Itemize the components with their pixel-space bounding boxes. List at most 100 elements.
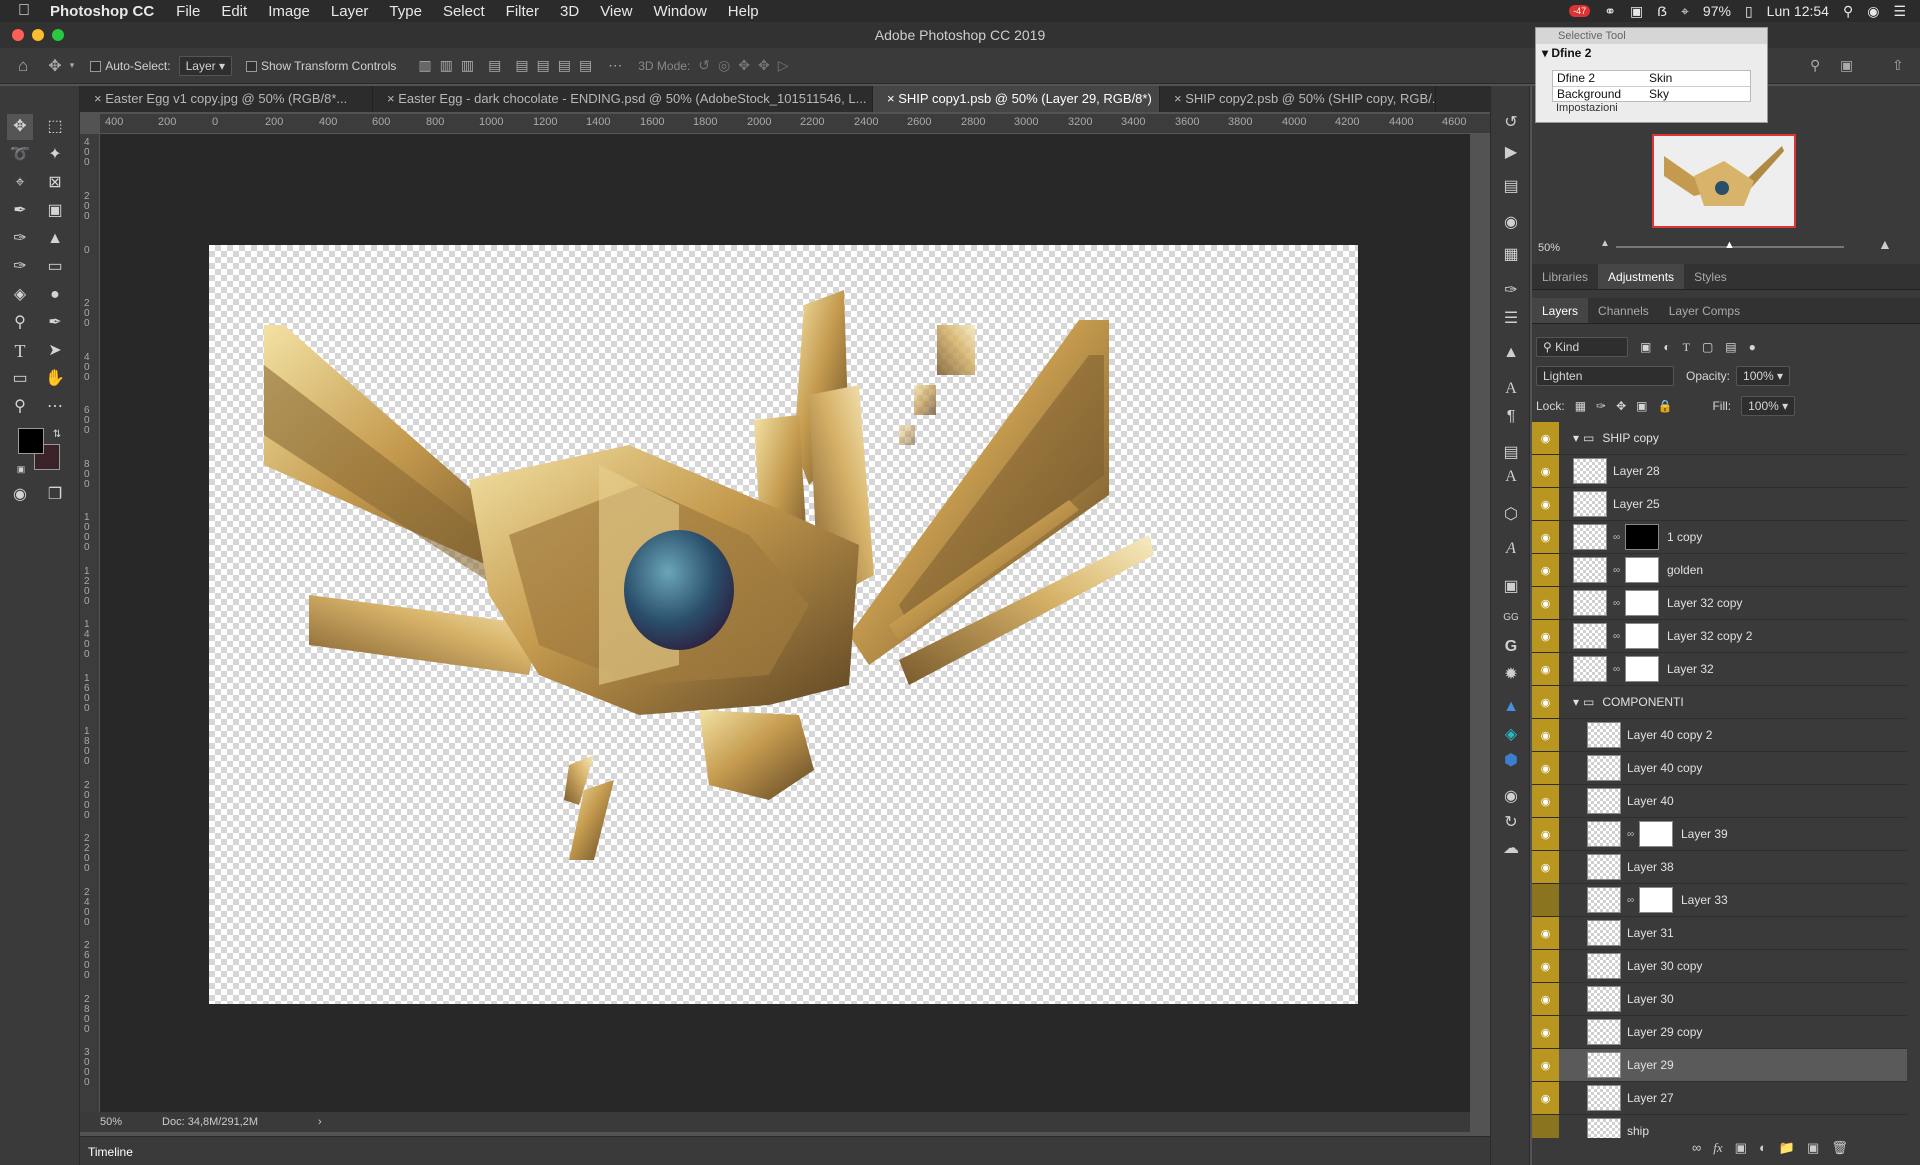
layer-row[interactable]: ◉ Layer 25 bbox=[1532, 488, 1907, 521]
lock-all-icon[interactable]: 🔒 bbox=[1658, 399, 1673, 413]
battery-percentage[interactable]: 97% bbox=[1703, 3, 1731, 19]
3d-camera-icon[interactable]: ▷ bbox=[778, 57, 789, 74]
tab-easter-egg-v1[interactable]: × Easter Egg v1 copy.jpg @ 50% (RGB/8*..… bbox=[80, 86, 373, 112]
swap-colors-icon[interactable]: ⇅ bbox=[44, 422, 70, 448]
align-middle-icon[interactable]: ▤ bbox=[537, 57, 550, 74]
layer-mask-thumbnail[interactable] bbox=[1639, 887, 1673, 913]
visibility-eye-icon[interactable]: ◉ bbox=[1532, 521, 1559, 553]
layer-row[interactable]: ◉ Layer 40 copy 2 bbox=[1532, 719, 1907, 752]
layer-name[interactable]: Layer 39 bbox=[1681, 827, 1728, 841]
align-center-icon[interactable]: ▥ bbox=[440, 57, 453, 74]
rectangle-tool-icon[interactable]: ▭ bbox=[7, 366, 33, 392]
magic-wand-tool-icon[interactable]: ✦ bbox=[42, 142, 68, 168]
layer-name[interactable]: Layer 28 bbox=[1613, 464, 1660, 478]
visibility-eye-icon[interactable]: ◉ bbox=[1532, 422, 1559, 454]
layer-kind-filter[interactable]: ⚲ Kind bbox=[1536, 337, 1628, 357]
tab-layer-comps[interactable]: Layer Comps bbox=[1659, 298, 1750, 323]
hex-plugin-icon[interactable]: ⬢ bbox=[1499, 750, 1523, 772]
visibility-eye-icon[interactable]: ◉ bbox=[1532, 1115, 1559, 1138]
layer-thumbnail[interactable] bbox=[1587, 821, 1621, 847]
edit-toolbar-icon[interactable]: ⋯ bbox=[42, 394, 68, 420]
timeline-tab[interactable]: Timeline bbox=[88, 1145, 133, 1159]
canvas-workspace[interactable] bbox=[100, 134, 1470, 1114]
menu-filter[interactable]: Filter bbox=[506, 3, 539, 20]
hand-tool-icon[interactable]: ✋ bbox=[42, 366, 68, 392]
minimize-window-button[interactable] bbox=[32, 29, 44, 41]
distribute-icon[interactable]: ▤ bbox=[488, 57, 501, 74]
brush-settings-icon[interactable]: ☰ bbox=[1499, 308, 1523, 330]
bluetooth-icon[interactable]: ẞ bbox=[1657, 3, 1667, 19]
mask-link-icon[interactable]: ∞ bbox=[1627, 895, 1637, 906]
path-selection-tool-icon[interactable]: ➤ bbox=[42, 338, 68, 364]
filter-smart-object-icon[interactable]: ▤ bbox=[1725, 340, 1736, 354]
refresh-plugin-icon[interactable]: ↻ bbox=[1499, 812, 1523, 834]
mask-link-icon[interactable]: ∞ bbox=[1613, 664, 1623, 675]
actions-panel-icon[interactable]: ▶ bbox=[1499, 142, 1523, 164]
filter-pixel-icon[interactable]: ▣ bbox=[1640, 340, 1651, 354]
menu-type[interactable]: Type bbox=[389, 3, 422, 20]
layer-name[interactable]: Layer 38 bbox=[1627, 860, 1674, 874]
align-right-icon[interactable]: ▥ bbox=[461, 57, 474, 74]
history-panel-icon[interactable]: ↺ bbox=[1499, 112, 1523, 134]
layer-thumbnail[interactable] bbox=[1587, 722, 1621, 748]
zoom-in-icon[interactable]: ▲ bbox=[1878, 236, 1892, 252]
tool-preset-chevron-icon[interactable]: ▾ bbox=[70, 60, 75, 71]
menu-edit[interactable]: Edit bbox=[221, 3, 247, 20]
link-layers-icon[interactable]: ∞ bbox=[1692, 1140, 1701, 1160]
3d-drag-icon[interactable]: ✥ bbox=[738, 57, 750, 74]
auto-select-checkbox[interactable]: Auto-Select: bbox=[90, 59, 171, 73]
layer-thumbnail[interactable] bbox=[1573, 623, 1607, 649]
palette-plugin-icon[interactable]: ◉ bbox=[1499, 786, 1523, 808]
tab-libraries[interactable]: Libraries bbox=[1532, 264, 1598, 289]
add-mask-icon[interactable]: ▣ bbox=[1735, 1140, 1747, 1160]
layer-name[interactable]: Layer 30 copy bbox=[1627, 959, 1702, 973]
frame-tool-icon[interactable]: ⊠ bbox=[42, 170, 68, 196]
group-expand-chevron-icon[interactable]: ▾ bbox=[1573, 431, 1579, 445]
align-bottom-icon[interactable]: ▤ bbox=[558, 57, 571, 74]
layer-name[interactable]: Layer 40 copy bbox=[1627, 761, 1702, 775]
menu-3d[interactable]: 3D bbox=[560, 3, 579, 20]
app-name-menu[interactable]: Photoshop CC bbox=[50, 3, 154, 20]
lasso-tool-icon[interactable]: ➰ bbox=[7, 142, 33, 168]
layer-name[interactable]: Layer 31 bbox=[1627, 926, 1674, 940]
layer-row[interactable]: ◉ ∞ Layer 32 copy 2 bbox=[1532, 620, 1907, 653]
character-styles-icon[interactable]: A bbox=[1499, 468, 1523, 490]
layer-thumbnail[interactable] bbox=[1587, 953, 1621, 979]
visibility-eye-icon[interactable]: ◉ bbox=[1532, 587, 1559, 619]
move-tool-icon[interactable]: ✥ bbox=[7, 114, 33, 140]
align-top-icon[interactable]: ▤ bbox=[515, 57, 528, 74]
layer-name[interactable]: Layer 27 bbox=[1627, 1091, 1674, 1105]
tab-styles[interactable]: Styles bbox=[1684, 264, 1737, 289]
menu-view[interactable]: View bbox=[600, 3, 632, 20]
mask-link-icon[interactable]: ∞ bbox=[1613, 565, 1623, 576]
visibility-eye-icon[interactable]: ◉ bbox=[1532, 752, 1559, 784]
layer-row[interactable]: ◉ ∞ 1 copy bbox=[1532, 521, 1907, 554]
new-layer-icon[interactable]: ▣ bbox=[1807, 1140, 1819, 1160]
layer-row[interactable]: ◉ Layer 31 bbox=[1532, 917, 1907, 950]
more-options-icon[interactable]: ⋯ bbox=[608, 57, 622, 74]
cloud-plugin-icon[interactable]: ☁ bbox=[1499, 838, 1523, 860]
apple-menu-icon[interactable]:  bbox=[18, 2, 30, 20]
layer-row[interactable]: ◉ Layer 40 copy bbox=[1532, 752, 1907, 785]
filter-type-icon[interactable]: T bbox=[1683, 340, 1690, 355]
layer-name[interactable]: Layer 29 bbox=[1627, 1058, 1674, 1072]
tab-adjustments[interactable]: Adjustments bbox=[1598, 264, 1685, 289]
layer-thumbnail[interactable] bbox=[1573, 557, 1607, 583]
selective-tool-row[interactable]: Background Sky bbox=[1553, 87, 1750, 101]
move-tool-icon[interactable]: ✥ bbox=[48, 56, 61, 76]
layer-mask-thumbnail[interactable] bbox=[1625, 590, 1659, 616]
brush-tool-icon[interactable]: ✑ bbox=[7, 226, 33, 252]
share-icon[interactable]: ⇧ bbox=[1892, 57, 1904, 74]
layer-row[interactable]: ◉ Layer 27 bbox=[1532, 1082, 1907, 1115]
type-tool-icon[interactable]: T bbox=[7, 338, 33, 364]
layer-mask-thumbnail[interactable] bbox=[1625, 557, 1659, 583]
character-panel-icon[interactable]: A bbox=[1499, 380, 1523, 402]
g-plugin-icon[interactable]: G bbox=[1499, 638, 1523, 660]
mask-link-icon[interactable]: ∞ bbox=[1613, 631, 1623, 642]
mask-link-icon[interactable]: ∞ bbox=[1613, 532, 1623, 543]
document-canvas[interactable] bbox=[209, 245, 1358, 1004]
glyphs-panel-icon[interactable]: ▤ bbox=[1499, 442, 1523, 464]
burst-plugin-icon[interactable]: ✹ bbox=[1499, 664, 1523, 686]
paint-bucket-tool-icon[interactable]: ◈ bbox=[7, 282, 33, 308]
menu-layer[interactable]: Layer bbox=[331, 3, 369, 20]
